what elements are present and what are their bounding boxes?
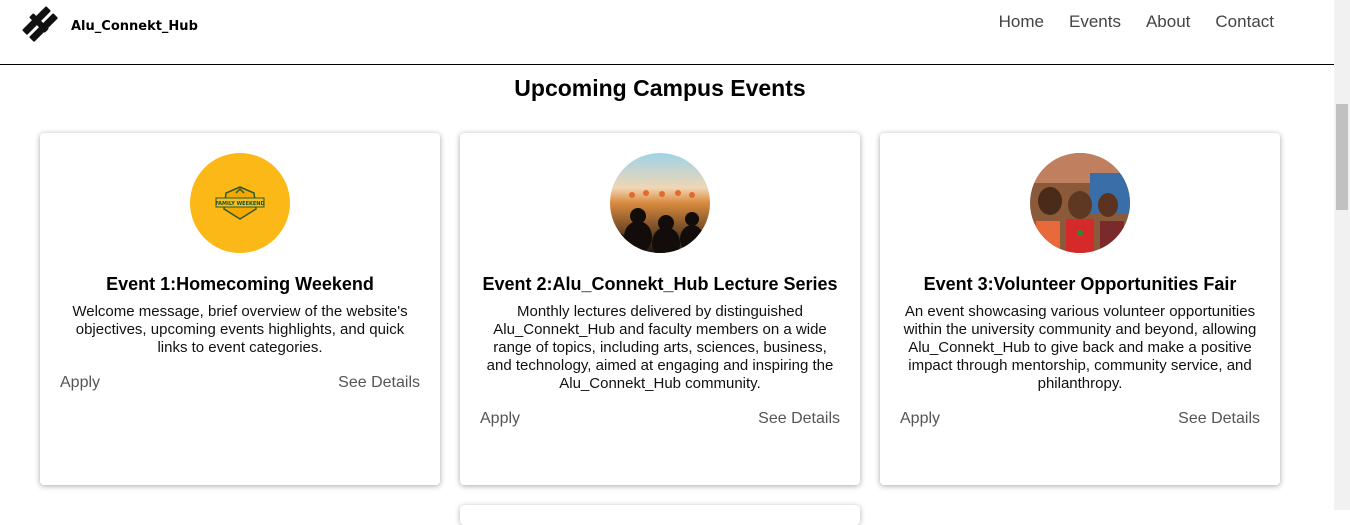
nav-home-link[interactable]: Home [999,12,1044,32]
scrollbar-thumb[interactable] [1336,104,1348,210]
event-1-title: Event 1:Homecoming Weekend [106,274,374,294]
event-3-apply-link[interactable]: Apply [900,410,940,428]
page-title: Upcoming Campus Events [514,75,806,101]
logo-icon[interactable] [14,4,64,42]
event-2-title: Event 2:Alu_Connekt_Hub Lecture Series [482,274,838,294]
event-3-description: An event showcasing various volunteer op… [903,303,1257,392]
main-nav: Home Events About Contact [974,12,1274,32]
event-card-1: FAMILY WEEKEND Event 1:Homecoming Weeken… [40,133,440,485]
nav-about-link[interactable]: About [1146,12,1190,32]
nav-contact-link[interactable]: Contact [1215,12,1274,32]
event-3-details-link[interactable]: See Details [1178,410,1260,428]
event-card-3: Event 3:Volunteer Opportunities Fair An … [880,133,1280,485]
event-2-actions: Apply See Details [480,410,840,428]
event-1-details-link[interactable]: See Details [338,374,420,392]
event-2-apply-link[interactable]: Apply [480,410,520,428]
event-3-image [1030,153,1130,253]
badge-text: FAMILY WEEKEND [215,201,264,207]
event-1-apply-link[interactable]: Apply [60,374,100,392]
event-3-title: Event 3:Volunteer Opportunities Fair [923,274,1237,294]
event-1-image: FAMILY WEEKEND [190,153,290,253]
page-scrollbar[interactable] [1334,0,1350,510]
event-card-4-partial [460,505,860,525]
nav-events-link[interactable]: Events [1069,12,1121,32]
event-2-description: Monthly lectures delivered by distinguis… [486,303,834,392]
event-1-actions: Apply See Details [60,374,420,392]
event-1-description: Welcome message, brief overview of the w… [72,303,408,356]
event-3-actions: Apply See Details [900,410,1260,428]
event-2-image [610,153,710,253]
top-navbar: Alu_Connekt_Hub Home Events About Contac… [0,0,1334,65]
brand-name[interactable]: Alu_Connekt_Hub [71,19,198,34]
event-card-2: Event 2:Alu_Connekt_Hub Lecture Series M… [460,133,860,485]
event-2-details-link[interactable]: See Details [758,410,840,428]
